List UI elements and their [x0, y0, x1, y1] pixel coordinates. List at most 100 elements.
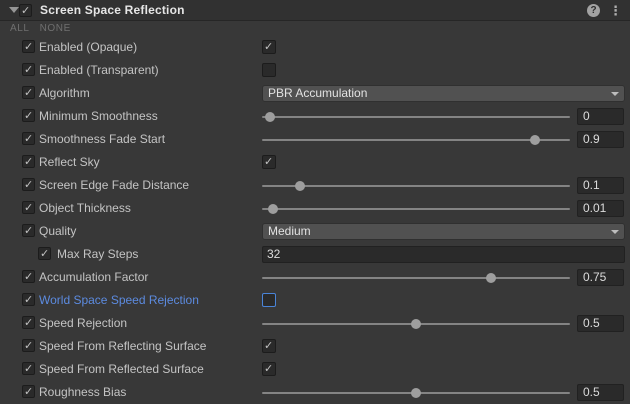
- field-label: Speed Rejection: [39, 316, 127, 330]
- toggle-all-button[interactable]: ALL: [10, 23, 30, 34]
- enabled-transparent-checkbox[interactable]: [262, 63, 276, 77]
- row-enabled-transparent: Enabled (Transparent): [0, 59, 630, 82]
- minimum-smoothness-slider[interactable]: [262, 105, 570, 128]
- screen-edge-fade-distance-slider[interactable]: [262, 174, 570, 197]
- accumulation-factor-value-field[interactable]: 0.75: [577, 269, 624, 286]
- field-label: Screen Edge Fade Distance: [39, 178, 189, 192]
- slider-track[interactable]: [262, 139, 570, 141]
- override-checkbox-speed-from-reflected-surface[interactable]: [22, 362, 35, 375]
- slider-knob[interactable]: [411, 319, 421, 329]
- screen-space-reflection-panel: Screen Space Reflection ? ⋮ ALL NONE Ena…: [0, 0, 630, 404]
- rows: Enabled (Opaque) Enabled (Transparent) Alg…: [0, 36, 630, 404]
- slider-knob[interactable]: [411, 388, 421, 398]
- override-checkbox-roughness-bias[interactable]: [22, 385, 35, 398]
- row-accumulation-factor: Accumulation Factor 0.75: [0, 266, 630, 289]
- value-area: [262, 335, 625, 358]
- override-checkbox-minimum-smoothness[interactable]: [22, 109, 35, 122]
- row-world-space-speed-rejection: World Space Speed Rejection: [0, 289, 630, 312]
- override-checkbox-enabled-transparent[interactable]: [22, 63, 35, 76]
- speed-rejection-slider[interactable]: [262, 312, 570, 335]
- row-minimum-smoothness: Minimum Smoothness0: [0, 105, 630, 128]
- dropdown-selected-value: Medium: [268, 224, 311, 238]
- override-checkbox-speed-from-reflecting-surface[interactable]: [22, 339, 35, 352]
- slider-track[interactable]: [262, 185, 570, 187]
- object-thickness-slider[interactable]: [262, 197, 570, 220]
- override-checkbox-accumulation-factor[interactable]: [22, 270, 35, 283]
- slider-track[interactable]: [262, 116, 570, 118]
- override-checkbox-reflect-sky[interactable]: [22, 155, 35, 168]
- toggle-none-button[interactable]: NONE: [40, 23, 71, 34]
- override-checkbox-enabled-opaque[interactable]: [22, 40, 35, 53]
- value-area: 32: [262, 243, 625, 266]
- field-label: Reflect Sky: [39, 155, 100, 169]
- field-label: Enabled (Opaque): [39, 40, 137, 54]
- slider-knob[interactable]: [486, 273, 496, 283]
- max-ray-steps-field[interactable]: 32: [262, 246, 625, 263]
- speed-rejection-value-field[interactable]: 0.5: [577, 315, 624, 332]
- roughness-bias-slider[interactable]: [262, 381, 570, 404]
- dropdown-selected-value: PBR Accumulation: [268, 86, 367, 100]
- override-checkbox-screen-edge-fade-distance[interactable]: [22, 178, 35, 191]
- value-area: 0.75: [262, 266, 625, 289]
- quality-dropdown[interactable]: Medium: [262, 223, 625, 240]
- override-checkbox-algorithm[interactable]: [22, 86, 35, 99]
- row-speed-from-reflecting-surface: Speed From Reflecting Surface: [0, 335, 630, 358]
- field-label: Algorithm: [39, 86, 90, 100]
- roughness-bias-value-field[interactable]: 0.5: [577, 384, 624, 401]
- value-area: PBR Accumulation: [262, 82, 625, 105]
- field-label: Enabled (Transparent): [39, 63, 159, 77]
- row-screen-edge-fade-distance: Screen Edge Fade Distance 0.1: [0, 174, 630, 197]
- slider-track[interactable]: [262, 208, 570, 210]
- chevron-down-icon: [611, 230, 619, 234]
- world-space-speed-rejection-checkbox[interactable]: [262, 293, 276, 307]
- value-area: [262, 358, 625, 381]
- screen-edge-fade-distance-value-field[interactable]: 0.1: [577, 177, 624, 194]
- chevron-down-icon: [611, 92, 619, 96]
- foldout-arrow-icon[interactable]: [9, 7, 19, 13]
- kebab-menu-icon[interactable]: ⋮: [609, 4, 622, 17]
- override-checkbox-smoothness-fade-start[interactable]: [22, 132, 35, 145]
- value-area: 0.5: [262, 381, 625, 404]
- object-thickness-value-field[interactable]: 0.01: [577, 200, 624, 217]
- value-area: [262, 289, 625, 312]
- value-area: Medium: [262, 220, 625, 243]
- smoothness-fade-start-slider[interactable]: [262, 128, 570, 151]
- value-area: 0.5: [262, 312, 625, 335]
- smoothness-fade-start-value-field[interactable]: 0.9: [577, 131, 624, 148]
- slider-track[interactable]: [262, 277, 570, 279]
- slider-knob[interactable]: [268, 204, 278, 214]
- slider-knob[interactable]: [530, 135, 540, 145]
- component-title: Screen Space Reflection: [40, 3, 185, 17]
- value-area: 0: [262, 105, 625, 128]
- row-reflect-sky: Reflect Sky: [0, 151, 630, 174]
- row-max-ray-steps: Max Ray Steps32: [0, 243, 630, 266]
- accumulation-factor-slider[interactable]: [262, 266, 570, 289]
- value-area: 0.1: [262, 174, 625, 197]
- override-checkbox-object-thickness[interactable]: [22, 201, 35, 214]
- help-icon[interactable]: ?: [587, 4, 600, 17]
- slider-knob[interactable]: [295, 181, 305, 191]
- override-checkbox-max-ray-steps[interactable]: [38, 247, 51, 260]
- speed-from-reflected-surface-checkbox[interactable]: [262, 362, 276, 376]
- value-area: 0.9: [262, 128, 625, 151]
- override-checkbox-world-space-speed-rejection[interactable]: [22, 293, 35, 306]
- row-object-thickness: Object Thickness 0.01: [0, 197, 630, 220]
- component-header[interactable]: Screen Space Reflection ? ⋮: [0, 0, 630, 21]
- override-checkbox-quality[interactable]: [22, 224, 35, 237]
- component-enabled-checkbox[interactable]: [19, 4, 32, 17]
- field-label: Object Thickness: [39, 201, 131, 215]
- slider-knob[interactable]: [265, 112, 275, 122]
- row-speed-from-reflected-surface: Speed From Reflected Surface: [0, 358, 630, 381]
- algorithm-dropdown[interactable]: PBR Accumulation: [262, 85, 625, 102]
- value-area: 0.01: [262, 197, 625, 220]
- minimum-smoothness-value-field[interactable]: 0: [577, 108, 624, 125]
- value-area: [262, 151, 625, 174]
- override-checkbox-speed-rejection[interactable]: [22, 316, 35, 329]
- field-label: Speed From Reflected Surface: [39, 362, 204, 376]
- reflect-sky-checkbox[interactable]: [262, 155, 276, 169]
- enabled-opaque-checkbox[interactable]: [262, 40, 276, 54]
- speed-from-reflecting-surface-checkbox[interactable]: [262, 339, 276, 353]
- row-speed-rejection: Speed Rejection 0.5: [0, 312, 630, 335]
- field-label: Accumulation Factor: [39, 270, 148, 284]
- field-label: World Space Speed Rejection: [39, 293, 199, 307]
